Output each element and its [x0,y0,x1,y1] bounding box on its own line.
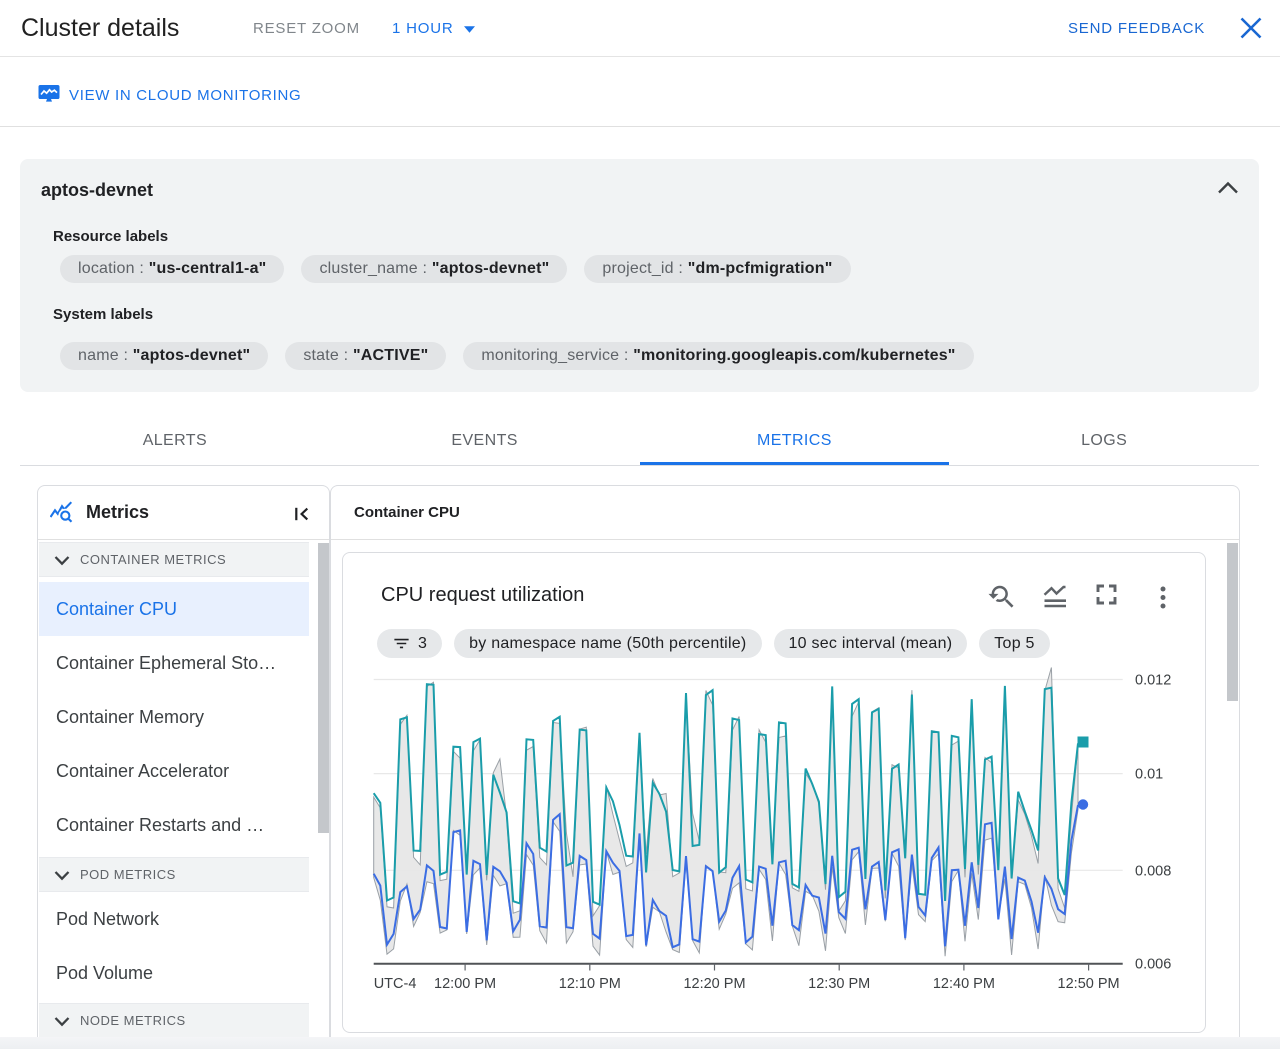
svg-text:12:10 PM: 12:10 PM [559,976,621,992]
svg-text:12:50 PM: 12:50 PM [1058,976,1120,992]
svg-text:12:00 PM: 12:00 PM [434,976,496,992]
svg-text:12:20 PM: 12:20 PM [683,976,745,992]
svg-text:0.008: 0.008 [1135,863,1171,879]
svg-text:12:30 PM: 12:30 PM [808,976,870,992]
svg-text:0.01: 0.01 [1135,767,1163,783]
svg-text:0.006: 0.006 [1135,957,1171,973]
svg-text:0.012: 0.012 [1135,673,1171,689]
svg-text:UTC-4: UTC-4 [374,976,417,992]
svg-text:12:40 PM: 12:40 PM [933,976,995,992]
